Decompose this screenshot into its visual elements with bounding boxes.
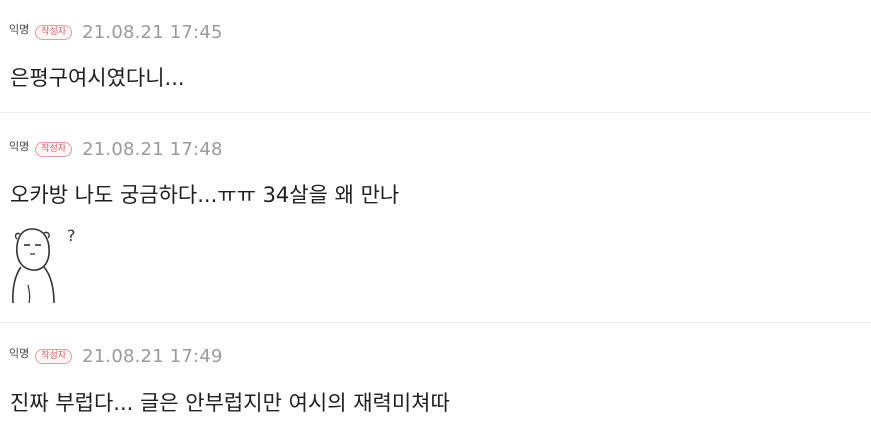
author-badge: 작성자 bbox=[35, 25, 73, 40]
comment-item: 익명 작성자 21.08.21 17:48 오카방 나도 궁금하다...ㅠㅠ 3… bbox=[0, 112, 871, 322]
comment-timestamp: 21.08.21 17:45 bbox=[82, 22, 223, 43]
author-badge: 작성자 bbox=[35, 142, 73, 157]
confused-character-sticker-icon: ? bbox=[12, 226, 76, 304]
comment-meta: 익명 작성자 21.08.21 17:49 bbox=[9, 346, 223, 367]
comment-text: 오카방 나도 궁금하다...ㅠㅠ 34살을 왜 만나 bbox=[10, 183, 400, 207]
comment-meta: 익명 작성자 21.08.21 17:48 bbox=[9, 139, 223, 160]
comment-author[interactable]: 익명 bbox=[9, 345, 29, 361]
comment-timestamp: 21.08.21 17:49 bbox=[82, 346, 223, 367]
comment-text: 은평구여시였다니... bbox=[10, 66, 185, 90]
comment-timestamp: 21.08.21 17:48 bbox=[82, 139, 223, 160]
author-badge: 작성자 bbox=[35, 349, 73, 364]
comment-meta: 익명 작성자 21.08.21 17:45 bbox=[9, 22, 223, 43]
sticker-question-mark: ? bbox=[67, 226, 76, 245]
comment-item: 익명 작성자 21.08.21 17:45 은평구여시였다니... bbox=[0, 0, 871, 112]
comment-text: 진짜 부럽다... 글은 안부럽지만 여시의 재력미쳐따 bbox=[10, 391, 450, 415]
comment-author[interactable]: 익명 bbox=[9, 138, 29, 154]
comment-author[interactable]: 익명 bbox=[9, 21, 29, 37]
comment-item: 익명 작성자 21.08.21 17:49 진짜 부럽다... 글은 안부럽지만… bbox=[0, 322, 871, 442]
